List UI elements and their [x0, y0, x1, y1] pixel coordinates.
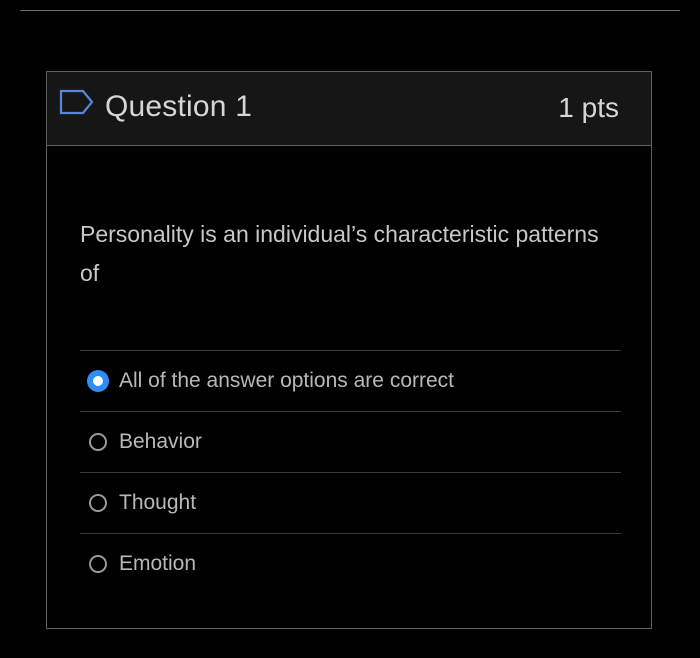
radio-selected-icon[interactable]: [87, 370, 109, 392]
answer-option[interactable]: All of the answer options are correct: [80, 350, 621, 411]
radio-unselected-icon[interactable]: [89, 494, 107, 512]
flag-outline-icon[interactable]: [59, 89, 95, 117]
answer-option[interactable]: Behavior: [80, 411, 621, 472]
question-card: Question 1 1 pts Personality is an indiv…: [46, 71, 652, 629]
answer-option[interactable]: Emotion: [80, 533, 621, 594]
answer-label: Behavior: [119, 430, 202, 453]
radio-unselected-icon[interactable]: [89, 433, 107, 451]
radio-unselected-icon[interactable]: [89, 555, 107, 573]
question-text: Personality is an individual’s character…: [80, 221, 599, 286]
question-title: Question 1: [105, 90, 253, 123]
question-points: 1 pts: [558, 92, 619, 123]
answer-list: All of the answer options are correct Be…: [80, 350, 621, 594]
answer-label: Emotion: [119, 552, 197, 575]
answer-label: All of the answer options are correct: [119, 369, 454, 392]
question-header: Question 1 1 pts: [47, 72, 651, 146]
answer-label: Thought: [119, 491, 197, 514]
answer-option[interactable]: Thought: [80, 472, 621, 533]
top-divider: [20, 10, 680, 11]
